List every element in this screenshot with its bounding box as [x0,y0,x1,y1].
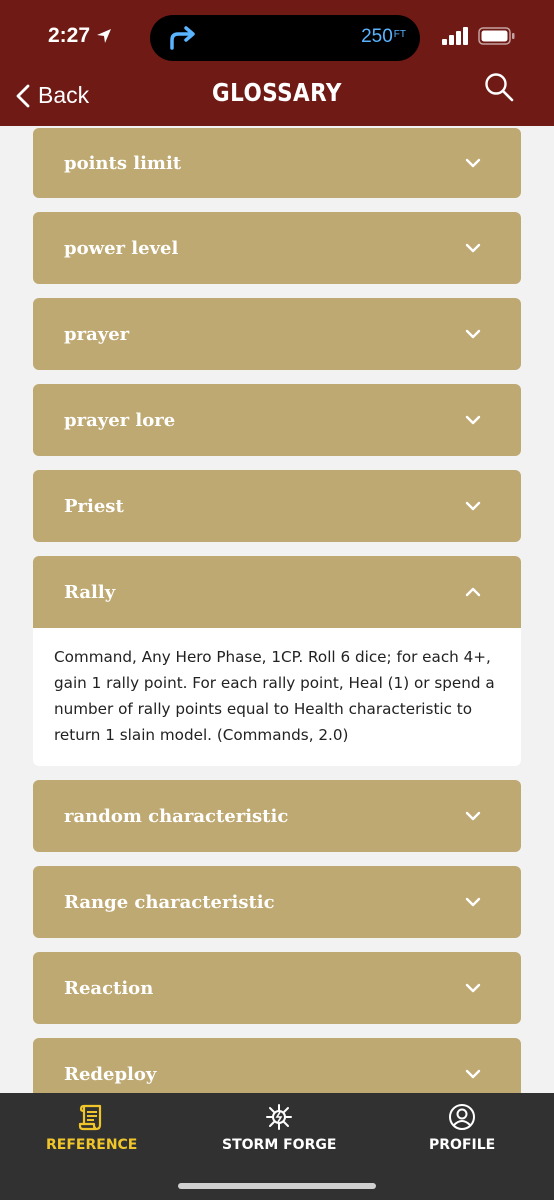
chevron-down-icon [465,897,481,907]
chevron-down-icon [465,983,481,993]
tab-storm-forge[interactable]: STORM FORGE [222,1103,336,1153]
chevron-down-icon [465,501,481,511]
chevron-down-icon [465,415,481,425]
status-indicators [442,27,516,45]
scroll-document-icon [78,1104,101,1131]
glossary-item-label: prayer lore [64,409,176,431]
cellular-signal-icon [442,27,468,45]
glossary-item-expanded[interactable]: Rally Command, Any Hero Phase, 1CP. Roll… [33,556,521,766]
chevron-down-icon [465,158,481,168]
chevron-up-icon [465,587,481,597]
navigation-distance: 250FT [361,26,406,48]
glossary-item[interactable]: prayer lore [33,384,521,456]
glossary-item-label: Range characteristic [64,891,275,913]
glossary-item-label: power level [64,237,179,259]
glossary-item[interactable]: random characteristic [33,780,521,852]
storm-forge-icon [266,1104,293,1130]
glossary-item-label: prayer [64,323,130,345]
glossary-item[interactable]: points limit [33,128,521,198]
tab-reference[interactable]: REFERENCE [46,1103,137,1153]
home-indicator [178,1183,376,1189]
location-arrow-icon [97,29,112,43]
glossary-item-label: random characteristic [64,805,289,827]
glossary-item[interactable]: Priest [33,470,521,542]
chevron-down-icon [465,811,481,821]
page-title: GLOSSARY [212,78,342,107]
glossary-item[interactable]: power level [33,212,521,284]
clock-text: 2:27 [48,24,91,47]
chevron-down-icon [465,1069,481,1079]
glossary-item[interactable]: Range characteristic [33,866,521,938]
app-header: 2:27 250FT Back GLOSSARY [0,0,554,126]
tab-label: PROFILE [429,1137,496,1153]
distance-value: 250 [361,26,393,47]
status-time: 2:27 [48,24,112,48]
tab-label: REFERENCE [46,1137,138,1153]
glossary-item[interactable]: Reaction [33,952,521,1024]
chevron-down-icon [465,329,481,339]
glossary-item-label: points limit [64,152,182,174]
battery-icon [478,27,515,45]
tab-label: STORM FORGE [222,1137,337,1153]
chevron-left-icon [16,84,30,107]
glossary-item[interactable]: prayer [33,298,521,370]
glossary-item-label: Reaction [64,977,154,999]
glossary-item-description: Command, Any Hero Phase, 1CP. Roll 6 dic… [54,648,495,744]
glossary-list: points limit power level prayer prayer l… [33,128,521,1124]
search-icon[interactable] [484,72,514,102]
tab-profile[interactable]: PROFILE [429,1103,495,1153]
glossary-item-label: Priest [64,495,124,517]
chevron-down-icon [465,243,481,253]
distance-unit: FT [393,29,406,40]
glossary-item-label: Redeploy [64,1063,157,1085]
turn-arrow-icon [170,26,195,50]
dynamic-island: 250FT [150,15,420,61]
glossary-item-label: Rally [64,581,116,603]
profile-icon [449,1104,476,1130]
